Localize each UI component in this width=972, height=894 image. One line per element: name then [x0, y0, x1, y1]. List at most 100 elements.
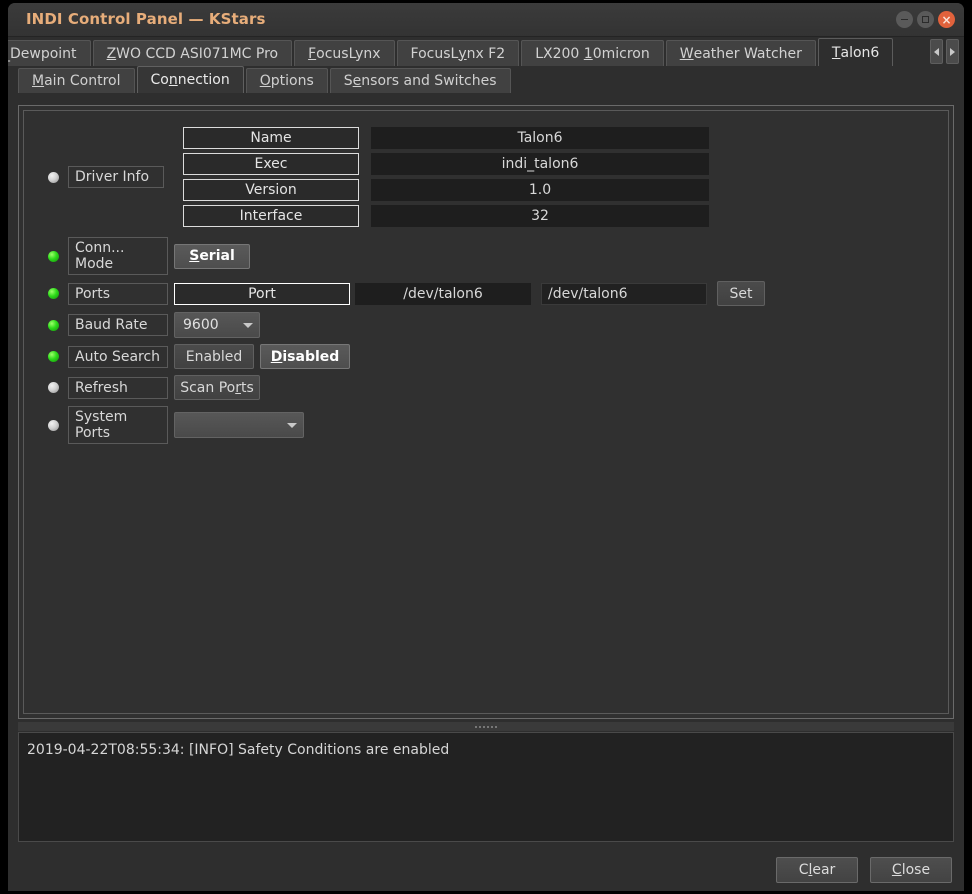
- panel-splitter-handle[interactable]: [18, 722, 954, 731]
- close-dialog-button[interactable]: Close: [870, 857, 952, 883]
- connection-properties-container: Driver Info Name Talon6 Exec indi_talon6: [23, 110, 949, 714]
- maximize-button[interactable]: [917, 11, 934, 28]
- ports-controls: Port /dev/talon6 /dev/talon6 Set: [174, 281, 765, 306]
- driver-info-key-name: Name: [183, 127, 359, 149]
- tab-label-rest: nsors and Switches: [361, 73, 497, 89]
- device-tab-mnemonic: F: [308, 45, 317, 62]
- property-baud-rate: Baud Rate 9600: [48, 312, 942, 338]
- baud-rate-controls: 9600: [174, 312, 260, 338]
- dialog-buttons: Cl ear Close: [776, 857, 952, 883]
- auto-search-controls: Enabled Disabled: [174, 344, 350, 369]
- tab-label: Co: [150, 72, 169, 88]
- clear-label: C: [798, 862, 809, 878]
- clear-label-rest: ear: [812, 862, 836, 878]
- refresh-label: Refresh: [68, 376, 168, 399]
- baud-rate-select[interactable]: 9600: [174, 312, 260, 338]
- ports-key-label: Port: [174, 282, 350, 305]
- device-tab-label-rest: nx F2: [466, 45, 506, 62]
- refresh-controls: Scan Po r ts: [174, 375, 260, 400]
- tab-label: ptions: [270, 73, 314, 89]
- driver-info-key-interface: Interface: [183, 205, 359, 227]
- baud-rate-value: 9600: [183, 317, 219, 333]
- device-tab-label: WO CCD ASI071MC Pro: [116, 45, 279, 62]
- device-tab-mnemonic: Z: [106, 45, 117, 62]
- tab-options[interactable]: Options: [245, 68, 328, 93]
- scan-ports-label-rest: ts: [240, 379, 254, 396]
- clear-button[interactable]: Cl ear: [776, 857, 858, 883]
- tab-scroll-right-button[interactable]: [946, 39, 959, 64]
- close-button[interactable]: ×: [938, 11, 955, 28]
- tab-mnemonic: n: [168, 72, 178, 88]
- device-tab-label: eather Watcher: [693, 45, 802, 62]
- property-refresh: Refresh Scan Po r ts: [48, 375, 942, 400]
- device-tab-zwo-ccd-asi071mc-pro[interactable]: Z WO CCD ASI071MC Pro: [92, 40, 293, 66]
- tab-label: S: [343, 73, 353, 89]
- log-output-panel[interactable]: 2019-04-22T08:55:34: [INFO] Safety Condi…: [18, 732, 954, 842]
- device-tab-label: LX200: [535, 45, 584, 62]
- tab-label-rest: nection: [177, 72, 230, 88]
- property-rows: Driver Info Name Talon6 Exec indi_talon6: [48, 127, 942, 448]
- connection-mode-label-line1: Conn...: [75, 240, 125, 256]
- tab-scroll-left-button[interactable]: [930, 39, 943, 64]
- property-ports: Ports Port /dev/talon6 /dev/talon6 Set: [48, 281, 942, 306]
- tab-sensors-and-switches[interactable]: Se nsors and Switches: [329, 68, 511, 93]
- dialog-button-bar: Cl ear Close: [8, 848, 964, 891]
- tab-mnemonic: M: [32, 73, 45, 89]
- device-tab-label: alon6: [840, 44, 880, 61]
- tab-connection[interactable]: Co n nection: [136, 66, 244, 93]
- tab-scroll-controls: [930, 39, 959, 64]
- device-tab-talon6[interactable]: Talon6: [817, 38, 894, 66]
- property-driver-info: Driver Info Name Talon6 Exec indi_talon6: [48, 127, 942, 227]
- refresh-led-icon: [48, 382, 59, 393]
- maximize-icon: [922, 16, 929, 23]
- device-tab-list: _Dewpoint Z WO CCD ASI071MC Pro FocusLynx…: [8, 38, 894, 66]
- system-ports-select[interactable]: [174, 412, 304, 438]
- device-tab-focuslynx[interactable]: FocusLynx: [294, 40, 395, 66]
- driver-info-key-exec: Exec: [183, 153, 359, 175]
- system-ports-label-line2: Ports: [75, 425, 111, 441]
- connection-mode-led-icon: [48, 250, 59, 262]
- window-title: INDI Control Panel — KStars: [26, 10, 266, 28]
- close-label: lose: [901, 862, 931, 878]
- serial-mnemonic: S: [189, 248, 200, 264]
- driver-info-led-icon: [48, 171, 59, 183]
- ports-current-value: /dev/talon6: [355, 282, 531, 305]
- property-tab-list: Main Control Co n nection Options Se nsors …: [18, 66, 964, 93]
- splitter-grip-icon: [475, 725, 497, 728]
- minimize-button[interactable]: [896, 11, 913, 28]
- scan-ports-button[interactable]: Scan Po r ts: [174, 375, 260, 400]
- chevron-left-icon: [934, 47, 939, 56]
- system-ports-led-icon: [48, 419, 59, 431]
- auto-search-enabled-button[interactable]: Enabled: [174, 344, 254, 369]
- device-tab-dewpoint[interactable]: _Dewpoint: [8, 40, 91, 66]
- connection-mode-serial-button[interactable]: Serial: [174, 243, 250, 269]
- property-system-ports: System Ports: [48, 406, 942, 444]
- table-row: Interface 32: [183, 205, 709, 227]
- driver-info-value-exec: indi_talon6: [371, 153, 709, 175]
- close-icon: ×: [941, 12, 952, 27]
- driver-info-value-version: 1.0: [371, 179, 709, 201]
- disabled-label: isabled: [282, 348, 340, 365]
- driver-info-value-name: Talon6: [371, 127, 709, 149]
- device-tab-weather-watcher[interactable]: Weather Watcher: [665, 40, 816, 66]
- serial-label: erial: [199, 248, 235, 264]
- device-tab-mnemonic: T: [831, 44, 841, 61]
- auto-search-disabled-button[interactable]: Disabled: [260, 344, 350, 369]
- connection-mode-controls: Serial: [174, 243, 250, 269]
- ports-input[interactable]: /dev/talon6: [541, 282, 707, 305]
- chevron-down-icon: [287, 422, 297, 428]
- title-bar: INDI Control Panel — KStars ×: [8, 3, 964, 37]
- driver-info-key-version: Version: [183, 179, 359, 201]
- device-tab-mnemonic: y: [458, 45, 467, 62]
- auto-search-led-icon: [48, 351, 59, 362]
- table-row: Name Talon6: [183, 127, 709, 149]
- tab-mnemonic: O: [259, 73, 271, 89]
- device-tab-mnemonic: W: [679, 45, 694, 62]
- device-tab-lx200-10micron[interactable]: LX200 1 0micron: [521, 40, 664, 66]
- auto-search-label: Auto Search: [68, 345, 168, 368]
- device-tab-focuslynx-f2[interactable]: FocusL y nx F2: [396, 40, 520, 66]
- tab-main-control[interactable]: Main Control: [18, 68, 135, 93]
- screen-root: INDI Control Panel — KStars × _Dewpoint: [0, 0, 972, 894]
- driver-info-left: Driver Info: [48, 166, 183, 188]
- ports-set-button[interactable]: Set: [717, 281, 765, 306]
